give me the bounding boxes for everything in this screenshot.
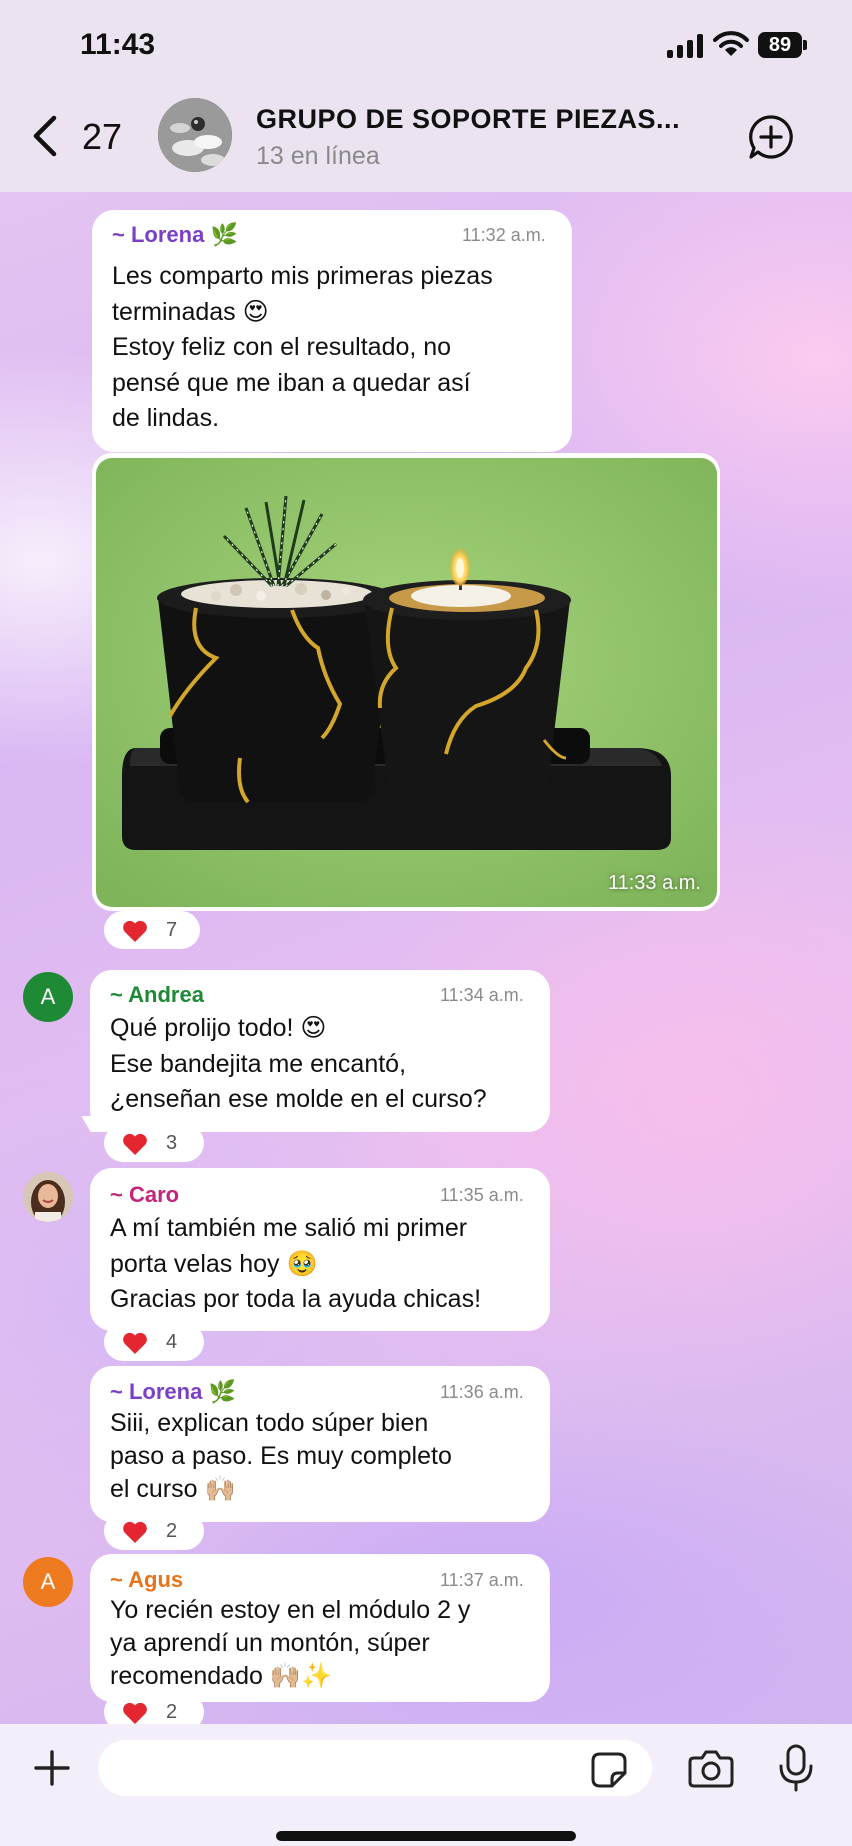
- online-count: 13 en línea: [256, 142, 380, 170]
- battery-tip: [803, 40, 807, 50]
- message-input[interactable]: [98, 1740, 652, 1796]
- avatar[interactable]: A: [23, 972, 73, 1022]
- reaction-count: 3: [166, 1132, 178, 1154]
- message-text: Qué prolijo todo! 😍 Ese bandejita me enc…: [110, 1014, 487, 1113]
- caro-avatar-photo: [23, 1172, 73, 1222]
- group-title[interactable]: GRUPO DE SOPORTE PIEZAS...: [256, 104, 680, 135]
- heart-icon: [123, 920, 147, 942]
- group-avatar-image: [158, 98, 232, 172]
- kintsugi-pots-photo: [96, 458, 717, 907]
- back-chevron-icon[interactable]: [30, 114, 60, 158]
- sender-name[interactable]: ~ Andrea: [110, 982, 204, 1008]
- cellular-signal-icon: [667, 34, 705, 58]
- microphone-icon[interactable]: [778, 1744, 814, 1792]
- message-time: 11:35 a.m.: [440, 1185, 524, 1205]
- photo-message[interactable]: 11:33 a.m.: [96, 458, 717, 907]
- camera-icon[interactable]: [688, 1748, 734, 1788]
- avatar[interactable]: A: [23, 1557, 73, 1607]
- message-text: A mí también me salió mi primer porta ve…: [110, 1214, 482, 1313]
- heart-icon: [123, 1332, 147, 1354]
- home-indicator: [276, 1831, 576, 1841]
- message-time: 11:37 a.m.: [440, 1570, 524, 1590]
- message-text: Siii, explican todo súper bien paso a pa…: [110, 1409, 452, 1503]
- photo-time: 11:33 a.m.: [607, 872, 701, 894]
- sender-name[interactable]: ~ Lorena 🌿: [110, 1379, 236, 1405]
- message-text: Les comparto mis primeras piezas termina…: [112, 262, 493, 432]
- plus-icon[interactable]: [32, 1748, 72, 1788]
- reaction-pill[interactable]: 2: [104, 1512, 204, 1550]
- sender-name[interactable]: ~ Agus: [110, 1567, 183, 1593]
- add-chat-icon[interactable]: [748, 114, 794, 160]
- heart-icon: [123, 1133, 147, 1155]
- reaction-count: 7: [166, 919, 178, 941]
- leaf-emoji: 🌿: [210, 222, 238, 247]
- reaction-pill[interactable]: 7: [104, 911, 200, 949]
- reaction-count: 2: [166, 1520, 178, 1542]
- wifi-icon: [713, 31, 749, 56]
- sticker-icon[interactable]: [590, 1751, 628, 1789]
- status-time: 11:43: [80, 28, 156, 61]
- heart-icon: [123, 1521, 147, 1543]
- unread-count[interactable]: 27: [82, 116, 122, 158]
- message-time: 11:34 a.m.: [440, 985, 524, 1005]
- avatar[interactable]: [23, 1172, 73, 1222]
- sender-name[interactable]: ~ Lorena 🌿: [112, 222, 238, 248]
- reaction-count: 4: [166, 1331, 178, 1353]
- reaction-pill[interactable]: 3: [104, 1124, 204, 1162]
- message-text: Yo recién estoy en el módulo 2 y ya apre…: [110, 1596, 471, 1690]
- sender-label: ~ Lorena: [112, 222, 205, 247]
- battery-indicator: 89: [758, 32, 802, 58]
- reaction-count: 2: [166, 1701, 178, 1723]
- group-avatar[interactable]: [158, 98, 232, 172]
- chat-header: 11:43 89 27 GRUPO DE SOPORTE PIEZAS... 1…: [0, 0, 852, 192]
- heart-icon: [123, 1702, 147, 1724]
- sender-label: ~ Lorena: [110, 1379, 203, 1404]
- message-time: 11:32 a.m.: [462, 225, 546, 245]
- sender-name[interactable]: ~ Caro: [110, 1182, 179, 1208]
- leaf-emoji: 🌿: [208, 1379, 236, 1404]
- message-time: 11:36 a.m.: [440, 1382, 524, 1402]
- reaction-pill[interactable]: 4: [104, 1323, 204, 1361]
